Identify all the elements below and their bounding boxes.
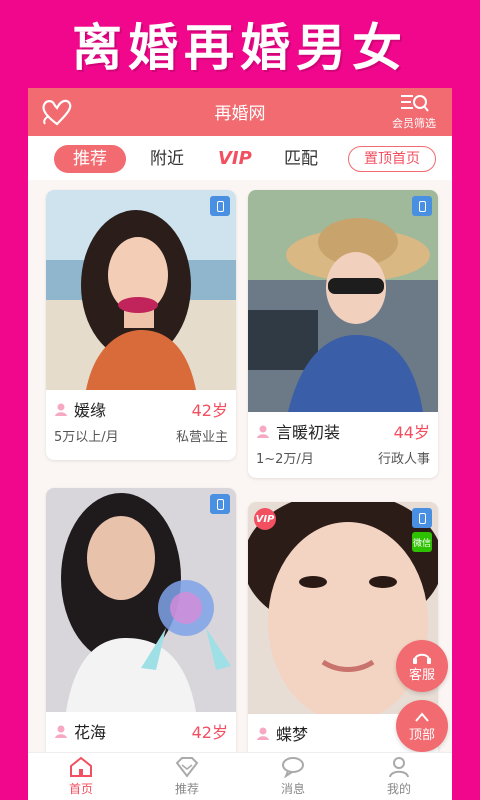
headset-icon xyxy=(413,653,431,664)
profile-photo xyxy=(248,190,438,412)
back-to-top-button[interactable]: 顶部 xyxy=(396,700,448,752)
profile-photo-image xyxy=(248,190,438,412)
nav-home-label: 首页 xyxy=(68,782,93,796)
female-icon xyxy=(257,727,269,740)
nav-recommend-label: 推荐 xyxy=(174,782,199,796)
female-icon xyxy=(55,725,67,738)
profile-age: 44岁 xyxy=(393,423,430,442)
profile-name: 花海 xyxy=(74,723,107,742)
profile-photo xyxy=(46,190,236,390)
filter-icon xyxy=(401,95,429,112)
bottom-nav: 首页 推荐 消息 我的 xyxy=(28,752,452,800)
nav-profile[interactable]: 我的 xyxy=(346,753,452,800)
member-filter-button[interactable]: 会员筛选 xyxy=(384,92,444,134)
profile-income: 1~2万/月 xyxy=(256,451,314,467)
female-icon xyxy=(55,403,67,416)
tab-recommend[interactable]: 推荐 xyxy=(54,145,126,173)
phone-verified-icon xyxy=(412,508,432,528)
user-icon xyxy=(389,757,409,778)
profile-age: 42岁 xyxy=(191,401,228,420)
profile-feed: 媛缘 42岁 5万以上/月 私营业主 言暖初装 44岁 1~2万/月 行政人事 … xyxy=(28,180,452,758)
back-to-top-label: 顶部 xyxy=(408,727,435,743)
home-icon xyxy=(70,756,92,777)
profile-photo-image xyxy=(46,190,236,390)
profile-name: 言暖初装 xyxy=(276,423,341,442)
wechat-icon: 微信 xyxy=(412,532,432,552)
banner-title: 离婚再婚男女 xyxy=(72,18,408,77)
tab-bar: 推荐 附近 VIP 匹配 置顶首页 xyxy=(28,136,452,180)
profile-age: 42岁 xyxy=(191,723,228,742)
diamond-icon xyxy=(175,757,199,778)
customer-service-button[interactable]: 客服 xyxy=(396,640,448,692)
customer-service-label: 客服 xyxy=(408,667,435,683)
nav-recommend[interactable]: 推荐 xyxy=(134,753,240,800)
tab-vip[interactable]: VIP xyxy=(218,145,254,173)
tab-nearby[interactable]: 附近 xyxy=(150,145,184,173)
profile-job: 行政人事 xyxy=(377,451,430,467)
female-icon xyxy=(257,425,269,438)
profile-name: 媛缘 xyxy=(74,401,107,420)
chevron-up-icon xyxy=(415,711,429,722)
profile-card[interactable]: 言暖初装 44岁 1~2万/月 行政人事 xyxy=(248,190,438,478)
nav-messages[interactable]: 消息 xyxy=(240,753,346,800)
pin-top-button[interactable]: 置顶首页 xyxy=(348,146,436,172)
nav-home[interactable]: 首页 xyxy=(28,753,134,800)
nav-profile-label: 我的 xyxy=(386,782,411,796)
profile-photo xyxy=(46,488,236,712)
profile-photo-image xyxy=(46,488,236,712)
tab-match[interactable]: 匹配 xyxy=(284,145,318,173)
phone-verified-icon xyxy=(210,494,230,514)
profile-card[interactable]: 花海 42岁 xyxy=(46,488,236,758)
app-screen: 再婚网 会员筛选 推荐 附近 VIP 匹配 置顶首页 媛缘 42岁 5万以上/月… xyxy=(28,88,452,800)
profile-income: 5万以上/月 xyxy=(54,429,119,445)
app-header: 再婚网 会员筛选 xyxy=(28,88,452,136)
phone-verified-icon xyxy=(412,196,432,216)
member-filter-label: 会员筛选 xyxy=(392,117,436,130)
banner: 离婚再婚男女 xyxy=(0,0,480,88)
nav-messages-label: 消息 xyxy=(280,782,305,796)
profile-card[interactable]: 媛缘 42岁 5万以上/月 私营业主 xyxy=(46,190,236,460)
message-icon xyxy=(282,757,304,778)
phone-verified-icon xyxy=(210,196,230,216)
vip-badge-icon: VIP xyxy=(254,508,276,530)
profile-job: 私营业主 xyxy=(175,429,228,445)
